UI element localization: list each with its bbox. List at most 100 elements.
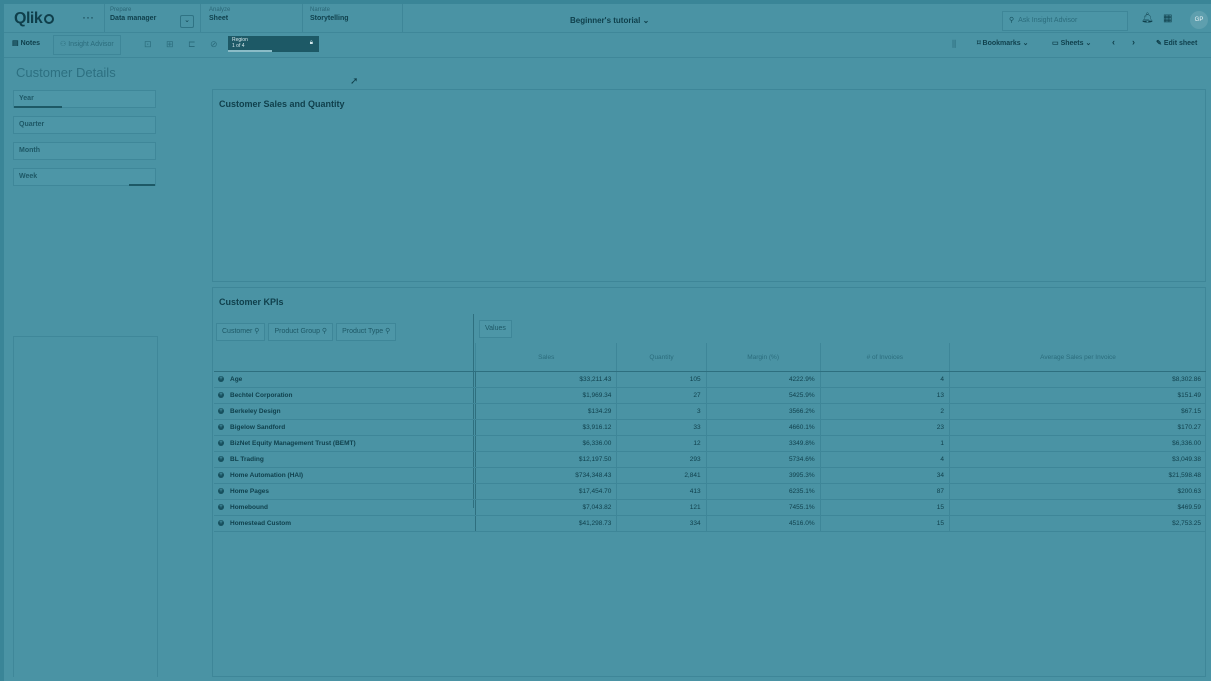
dim-product-group-button[interactable]: Product Group ⚲ [268,323,334,341]
nav-narrate[interactable]: Narrate Storytelling [310,7,349,22]
table-row[interactable]: + Homebound $7,043.82 121 7455.1% 15 $469.59 [214,499,1206,516]
row-label[interactable]: + Home Pages [214,483,476,500]
dim-product-type-button[interactable]: Product Type ⚲ [336,323,397,341]
table-cell: $8,302.86 [949,371,1206,388]
table-row[interactable]: + Berkeley Design $134.29 3 3566.2% 2 $67.15 [214,403,1206,420]
previous-sheet-icon[interactable]: ‹ [1112,37,1115,47]
table-cell: $33,211.43 [474,371,617,388]
table-cell: $6,336.00 [949,435,1206,452]
expand-icon[interactable]: + [218,488,224,495]
apps-grid-icon[interactable]: ▦ [1163,13,1172,24]
chevron-down-icon[interactable]: ⌄ [180,15,194,28]
table-row[interactable]: + BizNet Equity Management Trust (BEMT) $6… [214,435,1206,452]
customer-name: BizNet Equity Management Trust (BEMT) [230,440,356,447]
notes-button[interactable]: ▤ Notes [12,39,40,47]
table-cell: 5734.6% [705,451,821,468]
dim-customer-button[interactable]: Customer ⚲ [216,323,266,341]
chart-title: Customer Sales and Quantity [219,99,345,109]
divider [200,4,201,32]
row-label[interactable]: + BL Trading [214,451,476,468]
expand-icon[interactable]: + [218,376,224,383]
filter-year[interactable]: Year [13,90,156,108]
table-cell: $1,969.34 [474,387,617,404]
table-row[interactable]: + Age $33,211.43 105 4222.9% 4 $8,302.86 [214,371,1206,388]
row-label[interactable]: + Homestead Custom [214,515,476,532]
step-back-icon[interactable]: ⊏ [188,39,196,50]
expand-icon[interactable]: + [218,472,224,479]
table-cell: $6,336.00 [474,435,617,452]
notes-label: Notes [20,40,41,47]
nav-analyze[interactable]: Analyze Sheet [209,7,230,22]
filter-week[interactable]: Week [13,168,156,186]
table-cell: 13 [819,387,950,404]
sheets-button[interactable]: ▭ Sheets ⌄ [1052,39,1091,47]
table-cell: 6235.1% [705,483,821,500]
more-menu-icon[interactable]: ··· [82,10,94,24]
row-label[interactable]: + Bechtel Corporation [214,387,476,404]
customer-name: Age [230,376,243,383]
column-header[interactable]: Margin (%) [705,343,821,372]
selections-tool-icon[interactable]: ⊞ [166,39,174,50]
nav-prepare-caption: Prepare [110,7,132,13]
values-button[interactable]: Values [479,320,512,338]
customer-name: Berkeley Design [230,408,281,415]
column-header[interactable]: Average Sales per Invoice [949,343,1206,372]
table-cell: $469.59 [949,499,1206,516]
column-header[interactable]: # of Invoices [819,343,950,372]
expand-icon[interactable]: + [218,392,224,399]
ask-insight-advisor-input[interactable]: ⚲ Ask Insight Advisor [1002,11,1128,31]
clear-selections-icon[interactable]: ⊘ [210,39,218,50]
table-cell: 3 [616,403,707,420]
table-cell: 5425.9% [705,387,821,404]
row-label[interactable]: + Bigelow Sandford [214,419,476,436]
pencil-icon: ✎ [1156,40,1162,47]
qlik-logo[interactable]: Qlik [14,10,55,28]
selections-list-icon[interactable]: ⫼ [952,39,956,50]
expand-icon[interactable]: + [218,424,224,431]
expand-icon[interactable]: + [218,504,224,511]
edit-sheet-label: Edit sheet [1163,40,1198,47]
column-header[interactable]: Quantity [616,343,707,372]
table-cell: 27 [616,387,707,404]
smart-search-icon[interactable]: ⊡ [144,39,152,50]
lock-icon[interactable]: 🔒︎ [310,40,313,46]
row-label[interactable]: + Berkeley Design [214,403,476,420]
filter-label: Year [19,95,34,102]
table-cell: $170.27 [949,419,1206,436]
expand-icon[interactable]: + [218,440,224,447]
avatar[interactable]: GP [1190,11,1208,29]
nav-prepare[interactable]: Prepare Data manager [110,7,156,22]
app-title[interactable]: Beginner's tutorial ⌄ [570,16,649,25]
region-selection-chip[interactable]: Region 1 of 4 🔒︎ [228,36,319,52]
row-label[interactable]: + Age [214,371,476,388]
row-label[interactable]: + BizNet Equity Management Trust (BEMT) [214,435,476,452]
row-label[interactable]: + Home Automation (HAI) [214,467,476,484]
search-icon: ⚲ [254,328,260,335]
expand-icon[interactable]: + [218,456,224,463]
customer-name: Home Automation (HAI) [230,472,304,479]
row-label[interactable]: + Homebound [214,499,476,516]
customer-sales-chart[interactable]: Customer Sales and Quantity [212,89,1206,282]
table-row[interactable]: + Home Pages $17,454.70 413 6235.1% 87 $200.63 [214,483,1206,500]
table-header-row: Sales Quantity Margin (%) # of Invoices … [214,343,1206,372]
bell-icon[interactable]: 🔔︎ [1141,13,1154,24]
table-cell: 23 [819,419,950,436]
filter-month[interactable]: Month [13,142,156,160]
table-row[interactable]: + Bechtel Corporation $1,969.34 27 5425.9% 13… [214,387,1206,404]
table-title: Customer KPIs [219,297,284,307]
table-cell: 4 [819,371,950,388]
expand-icon[interactable]: + [218,408,224,415]
table-row[interactable]: + Bigelow Sandford $3,916.12 33 4660.1% 23 $17… [214,419,1206,436]
insight-advisor-button[interactable]: ⚇ Insight Advisor [53,35,121,55]
bookmarks-button[interactable]: ⌑ Bookmarks ⌄ [977,39,1028,47]
table-row[interactable]: + Home Automation (HAI) $734,348.43 2,841 39… [214,467,1206,484]
next-sheet-icon[interactable]: › [1132,37,1135,47]
column-header[interactable]: Sales [474,343,617,372]
filter-quarter[interactable]: Quarter [13,116,156,134]
divider [402,4,403,32]
edit-sheet-button[interactable]: ✎ Edit sheet [1156,39,1197,47]
table-row[interactable]: + BL Trading $12,197.50 293 5734.6% 4 $3,049.3… [214,451,1206,468]
insight-advisor-label: Insight Advisor [68,41,114,48]
table-row[interactable]: + Homestead Custom $41,298.73 334 4516.0% 15 $… [214,515,1206,532]
expand-icon[interactable]: + [218,520,224,527]
